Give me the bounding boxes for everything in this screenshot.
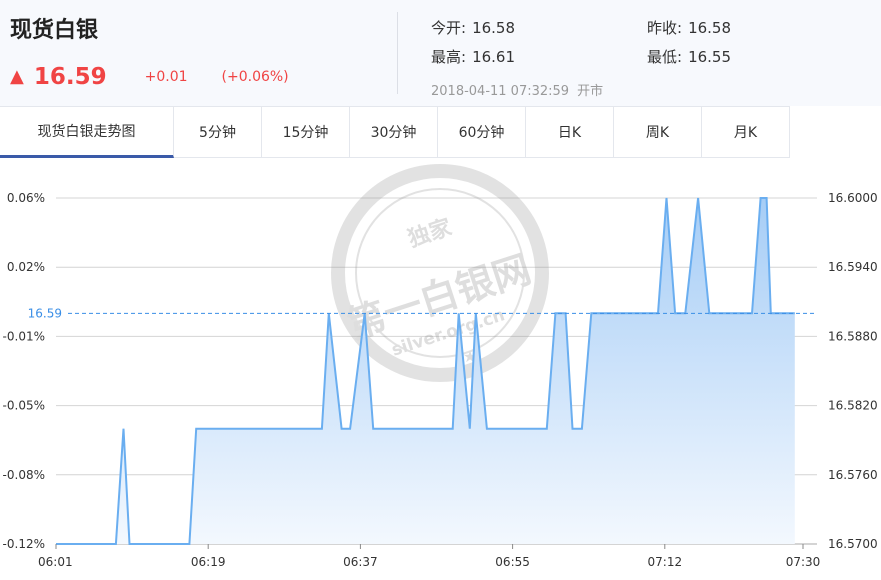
y-right-tick-label: 16.6000 <box>828 191 878 205</box>
y-right-tick-label: 16.5880 <box>828 329 878 343</box>
open-stat: 今开: 16.58 <box>431 17 515 38</box>
prev-close-stat: 昨收: 16.58 <box>647 17 731 38</box>
prev-close-value: 16.58 <box>688 19 732 37</box>
tab-5min[interactable]: 5分钟 <box>174 106 262 158</box>
y-left-tick-label: 0.02% <box>7 260 45 274</box>
page-title: 现货白银 <box>10 18 99 43</box>
watermark-top-text: 独家 <box>405 214 456 253</box>
y-right-tick-label: 16.5940 <box>828 260 878 274</box>
high-value: 16.61 <box>472 48 516 66</box>
timestamp: 2018-04-11 07:32:59 <box>431 84 570 99</box>
y-left-tick-label: -0.01% <box>3 329 45 343</box>
triangle-up-icon: ▲ <box>10 66 24 87</box>
watermark-seal: 独家 第一白银网 silver.org.cn ★ <box>331 164 549 382</box>
quote-time: 2018-04-11 07:32:59 开市 <box>431 80 603 99</box>
low-value: 16.55 <box>688 48 732 66</box>
tab-15min[interactable]: 15分钟 <box>262 106 350 158</box>
x-tick-label: 07:12 <box>648 555 683 569</box>
quote-header: 现货白银 ▲ 16.59 +0.01 (+0.06%) 今开: 16.58 昨收:… <box>0 0 881 106</box>
open-label: 今开: <box>431 19 467 37</box>
y-right-tick-label: 16.5700 <box>828 537 878 551</box>
price-change-percent: (+0.06%) <box>221 69 289 85</box>
tab-60min[interactable]: 60分钟 <box>438 106 526 158</box>
y-left-tick-label: 0.06% <box>7 191 45 205</box>
x-tick-label: 07:30 <box>786 555 821 569</box>
chart-tabs: 现货白银走势图 5分钟 15分钟 30分钟 60分钟 日K 周K 月K <box>0 106 790 158</box>
tab-daily-k[interactable]: 日K <box>526 106 614 158</box>
x-tick-label: 06:01 <box>38 555 73 569</box>
header-divider <box>397 12 398 94</box>
tab-weekly-k[interactable]: 周K <box>614 106 702 158</box>
market-status: 开市 <box>577 84 604 99</box>
tab-monthly-k[interactable]: 月K <box>702 106 790 158</box>
x-tick-label: 06:37 <box>343 555 378 569</box>
price-trend-chart: 独家 第一白银网 silver.org.cn ★ 16.59 0.06% 16.6… <box>3 164 878 569</box>
high-label: 最高: <box>431 48 467 66</box>
reference-label: 16.59 <box>28 306 62 320</box>
open-value: 16.58 <box>472 19 516 37</box>
y-right-tick-label: 16.5760 <box>828 468 878 482</box>
y-right-tick-label: 16.5820 <box>828 399 878 413</box>
price-change: +0.01 <box>144 69 188 85</box>
high-stat: 最高: 16.61 <box>431 46 515 67</box>
y-left-tick-label: -0.05% <box>3 399 45 413</box>
price-row: ▲ 16.59 +0.01 (+0.06%) <box>10 62 289 92</box>
x-tick-label: 06:55 <box>495 555 530 569</box>
current-price: 16.59 <box>33 64 107 90</box>
low-stat: 最低: 16.55 <box>647 46 731 67</box>
x-tick-label: 06:19 <box>191 555 226 569</box>
prev-close-label: 昨收: <box>647 19 683 37</box>
y-left-tick-label: -0.12% <box>3 537 45 551</box>
y-left-tick-label: -0.08% <box>3 468 45 482</box>
tab-30min[interactable]: 30分钟 <box>350 106 438 158</box>
low-label: 最低: <box>647 48 683 66</box>
tab-trend[interactable]: 现货白银走势图 <box>0 106 174 158</box>
